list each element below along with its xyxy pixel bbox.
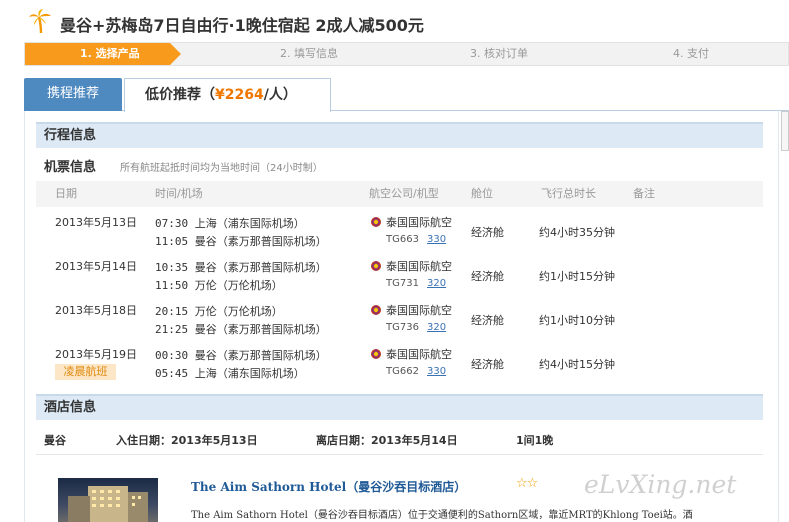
- departure: 10:35 曼谷（素万那普国际机场）: [155, 261, 327, 274]
- thai-airways-icon: [371, 349, 381, 359]
- thai-airways-icon: [371, 261, 381, 271]
- arrival: 11:05 曼谷（素万那普国际机场）: [155, 235, 327, 248]
- checkout-label: 离店日期：: [316, 434, 371, 447]
- col-airline: 航空公司/机型: [369, 187, 439, 200]
- flight-date: 2013年5月19日: [55, 348, 137, 361]
- flight-number: TG736: [386, 322, 419, 333]
- tab-label: 低价推荐（: [145, 87, 215, 103]
- flight-duration: 约1小时10分钟: [539, 314, 615, 327]
- checkout-info: 离店日期：2013年5月14日: [316, 432, 458, 448]
- checkout-date: 2013年5月14日: [371, 434, 458, 447]
- flight-row: 2013年5月18日 20:15 万伦（万伦机场） 21:25 曼谷（素万那普国际机…: [36, 297, 763, 341]
- cabin-class: 经济舱: [471, 314, 504, 327]
- divider: [36, 454, 763, 455]
- cabin-class: 经济舱: [471, 358, 504, 371]
- palm-tree-logo-icon: [29, 9, 51, 34]
- flight-row: 2013年5月14日 10:35 曼谷（素万那普国际机场） 11:50 万伦（万伦机…: [36, 253, 763, 297]
- hotel-section-header: 酒店信息: [36, 394, 763, 420]
- hotel-description: The Aim Sathorn Hotel（曼谷沙吞目标酒店）位于交通便利的Sa…: [191, 510, 693, 521]
- airline-name: 泰国国际航空: [386, 216, 452, 229]
- airline-name: 泰国国际航空: [386, 348, 452, 361]
- tab-low-price-recommend[interactable]: 低价推荐（¥2264/人）: [124, 78, 331, 112]
- thai-airways-icon: [371, 217, 381, 227]
- step-payment: 4. 支付: [673, 47, 709, 60]
- room-nights: 1间1晚: [516, 434, 554, 447]
- departure: 20:15 万伦（万伦机场）: [155, 305, 283, 318]
- flight-date: 2013年5月18日: [55, 304, 137, 317]
- flight-number: TG662: [386, 366, 419, 377]
- aircraft-type-link[interactable]: 320: [427, 322, 446, 333]
- col-time-airport: 时间/机场: [155, 187, 203, 200]
- flight-table-header: 日期 时间/机场 航空公司/机型 舱位 飞行总时长 备注: [36, 181, 763, 207]
- flight-duration: 约4小时15分钟: [539, 358, 615, 371]
- watermark: eLvXing.net: [584, 470, 737, 499]
- hotel-star-rating: ☆☆: [516, 476, 538, 491]
- flight-row: 2013年5月19日 凌晨航班 00:30 曼谷（素万那普国际机场） 05:45 上海…: [36, 341, 763, 385]
- step-fill-info: 2. 填写信息: [280, 47, 338, 60]
- arrival: 11:50 万伦（万伦机场）: [155, 279, 283, 292]
- hotel-name-link[interactable]: The Aim Sathorn Hotel（曼谷沙吞目标酒店）: [191, 478, 466, 495]
- thai-airways-icon: [371, 305, 381, 315]
- checkin-date: 2013年5月13日: [171, 434, 258, 447]
- checkin-info: 入住日期：2013年5月13日: [116, 432, 258, 448]
- hotel-city: 曼谷: [44, 434, 66, 447]
- flight-number: TG731: [386, 278, 419, 289]
- flight-number: TG663: [386, 234, 419, 245]
- step-check-order: 3. 核对订单: [470, 47, 528, 60]
- flight-date: 2013年5月13日: [55, 216, 137, 229]
- aircraft-type-link[interactable]: 330: [427, 366, 446, 377]
- cabin-class: 经济舱: [471, 270, 504, 283]
- airline-name: 泰国国际航空: [386, 304, 452, 317]
- col-remark: 备注: [633, 187, 655, 200]
- flight-info-title: 机票信息: [44, 160, 97, 175]
- scrollbar[interactable]: [781, 111, 789, 151]
- arrival: 05:45 上海（浦东国际机场）: [155, 367, 305, 380]
- page-title: 曼谷+苏梅岛7日自由行·1晚住宿起 2成人减500元: [60, 16, 424, 35]
- checkin-label: 入住日期：: [116, 434, 171, 447]
- flight-date: 2013年5月14日: [55, 260, 137, 273]
- col-date: 日期: [55, 187, 77, 200]
- hotel-photo[interactable]: [58, 478, 158, 522]
- tab-price: ¥2264: [215, 87, 264, 103]
- flight-time-note: 所有航班起抵时间均为当地时间（24小时制）: [120, 163, 323, 174]
- airline-name: 泰国国际航空: [386, 260, 452, 273]
- departure: 07:30 上海（浦东国际机场）: [155, 217, 305, 230]
- tab-price-unit: /人）: [263, 87, 297, 103]
- departure: 00:30 曼谷（素万那普国际机场）: [155, 349, 327, 362]
- flight-duration: 约1小时15分钟: [539, 270, 615, 283]
- progress-steps: 1. 选择产品 2. 填写信息 3. 核对订单 4. 支付: [24, 42, 789, 66]
- col-cabin: 舱位: [471, 187, 493, 200]
- col-duration: 飞行总时长: [541, 187, 596, 200]
- hotel-building-image: [68, 486, 148, 522]
- tab-ctrip-recommend[interactable]: 携程推荐: [24, 78, 122, 111]
- step-select-product: 1. 选择产品: [25, 43, 181, 65]
- aircraft-type-link[interactable]: 330: [427, 234, 446, 245]
- arrival: 21:25 曼谷（素万那普国际机场）: [155, 323, 327, 336]
- flight-row: 2013年5月13日 07:30 上海（浦东国际机场） 11:05 曼谷（素万那普国…: [36, 209, 763, 253]
- itinerary-section-header: 行程信息: [36, 122, 763, 148]
- flight-duration: 约4小时35分钟: [539, 226, 615, 239]
- cabin-class: 经济舱: [471, 226, 504, 239]
- aircraft-type-link[interactable]: 320: [427, 278, 446, 289]
- red-eye-badge: 凌晨航班: [55, 364, 116, 380]
